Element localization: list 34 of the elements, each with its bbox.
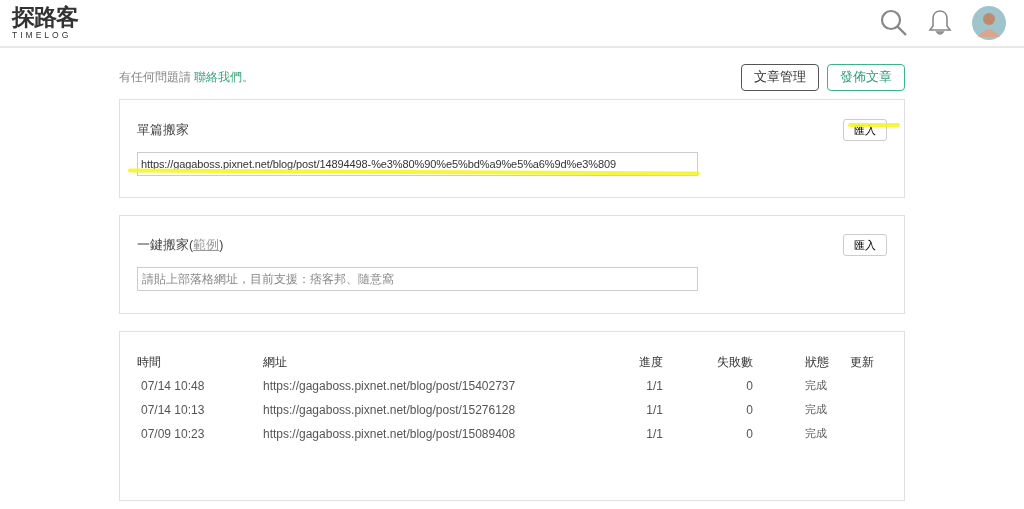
column-header: 進度 <box>638 355 663 370</box>
table-cell-text: 1/1 <box>645 401 663 419</box>
table-cell: 07/14 10:13 <box>137 398 263 422</box>
table-cell-text: 1/1 <box>645 425 663 443</box>
import-button[interactable]: 匯入 <box>843 234 887 256</box>
table-cell-text: 1/1 <box>645 377 663 395</box>
table-cell-text: https://gagaboss.pixnet.net/blog/post/15089408 <box>263 425 517 443</box>
logo-title[interactable]: 探路客 <box>12 6 78 30</box>
table-cell: 0 <box>663 422 753 446</box>
highlight-mark <box>848 123 900 127</box>
logo-subtitle: TIMELOG <box>12 31 73 40</box>
search-icon[interactable] <box>880 9 908 37</box>
table-cell: 0 <box>663 398 753 422</box>
table-cell: 完成 <box>753 374 850 398</box>
column-header: 網址 <box>263 355 288 370</box>
section-title: 單篇搬家 <box>137 121 189 139</box>
column-header: 更新 <box>850 355 875 370</box>
avatar[interactable] <box>972 6 1006 40</box>
column-header: 失敗數 <box>663 352 753 374</box>
table-cell-text: https://gagaboss.pixnet.net/blog/post/15276128 <box>263 401 517 419</box>
table-cell: 0 <box>663 374 753 398</box>
table-cell-text: https://gagaboss.pixnet.net/blog/post/15402737 <box>263 377 517 395</box>
section-title: 一鍵搬家(範例) <box>137 236 224 254</box>
column-header: 狀態 <box>753 352 850 374</box>
table-cell: 完成 <box>753 422 850 446</box>
action-button[interactable]: 發佈文章 <box>827 63 905 91</box>
table-cell: 07/14 10:48 <box>137 374 263 398</box>
bell-icon[interactable] <box>928 9 952 37</box>
help-text: 有任何問題請 聯絡我們。 <box>119 68 255 86</box>
column-header: 時間 <box>137 352 263 374</box>
action-button[interactable]: 文章管理 <box>741 63 819 91</box>
table-cell: 07/09 10:23 <box>137 422 263 446</box>
blog-url-input-field[interactable]: 請貼上部落格網址，目前支援：痞客邦、隨意窩 <box>137 267 698 291</box>
table-cell: 完成 <box>753 398 850 422</box>
